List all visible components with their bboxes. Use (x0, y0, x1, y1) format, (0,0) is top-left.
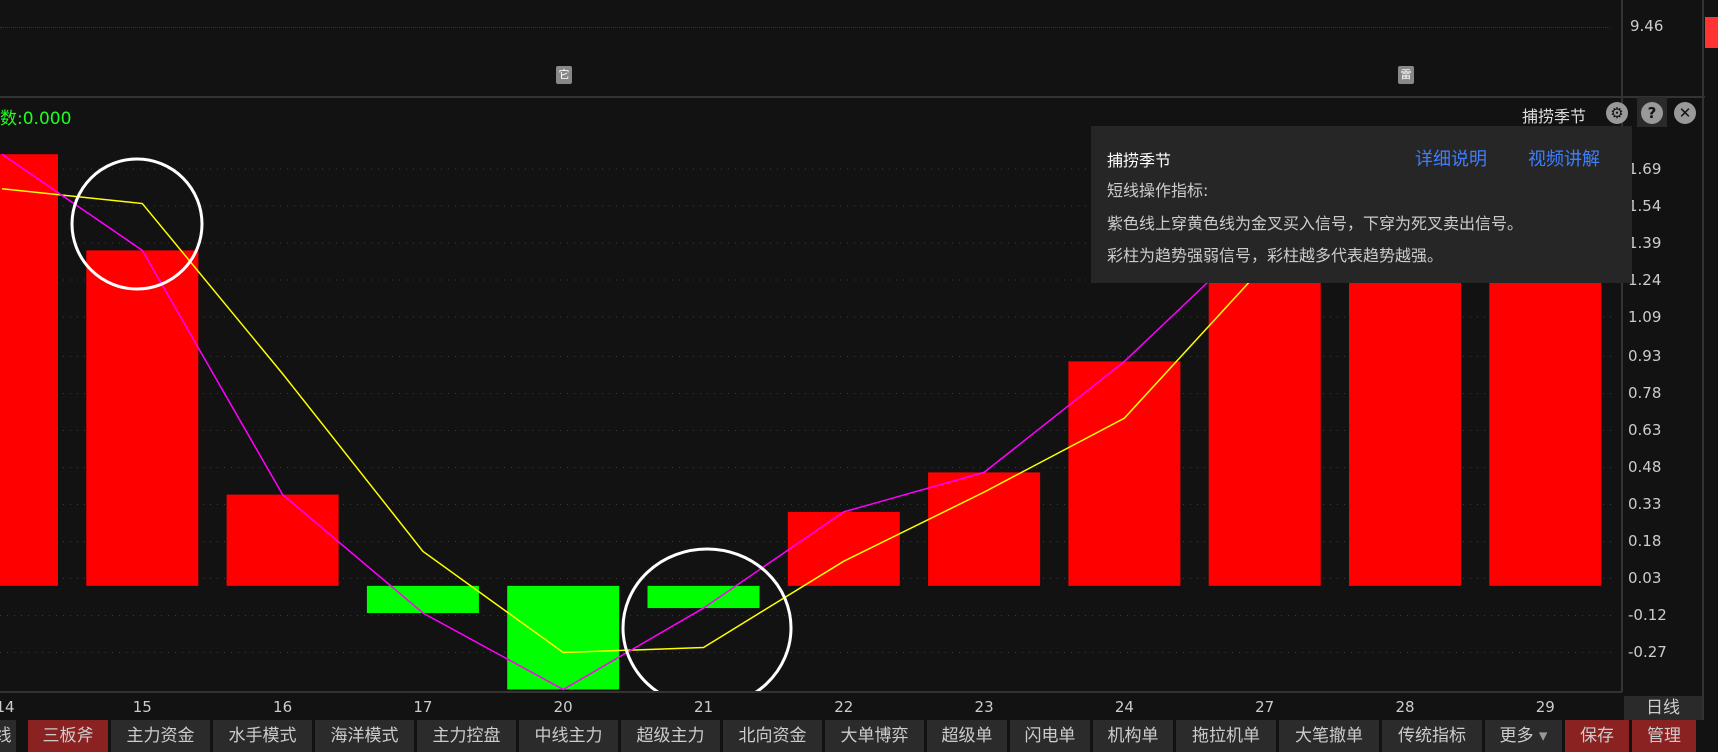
tab-label: 更多 (1499, 726, 1534, 746)
x-tick-label: 20 (553, 698, 573, 716)
bar (226, 494, 339, 586)
tab-label: 管理 (1647, 726, 1681, 746)
tab-indicator[interactable]: 机构单 (1093, 720, 1173, 752)
tab-indicator[interactable]: 超级主力 (621, 720, 720, 752)
x-tick-label: 22 (834, 698, 854, 716)
y-tick-label: 1.54 (1628, 197, 1662, 215)
bar (787, 511, 900, 586)
tab-save-button[interactable]: 保存 (1565, 720, 1629, 752)
tab-manage-button[interactable]: 管理 (1632, 720, 1696, 752)
x-axis-line (0, 691, 1622, 693)
x-tick-label: 14 (0, 698, 15, 716)
y-tick-label: 1.24 (1628, 271, 1662, 289)
tab-indicator[interactable]: 主力资金 (111, 720, 210, 752)
right-divider (1702, 0, 1704, 720)
grid-line (0, 27, 1610, 28)
bar (1068, 361, 1181, 586)
price-panel: 它 雷 (0, 0, 1622, 96)
bar (507, 585, 620, 690)
close-icon[interactable]: ✕ (1674, 102, 1696, 124)
tooltip-line: 短线操作指标: (1107, 181, 1209, 200)
caret-down-icon: ▾ (1533, 726, 1548, 746)
x-tick-label: 28 (1395, 698, 1415, 716)
x-tick-label: 29 (1535, 698, 1555, 716)
y-tick-label: 0.78 (1628, 384, 1662, 403)
tab-label: 海洋模式 (330, 726, 399, 746)
tab-indicator[interactable]: 北向资金 (723, 720, 822, 752)
tooltip-line: 紫色线上穿黄色线为金叉买入信号，下穿为死叉卖出信号。 (1107, 214, 1524, 233)
x-tick-label: 16 (273, 698, 293, 716)
period-selector[interactable]: 日线 (1624, 696, 1702, 720)
y-tick-label: -0.27 (1628, 643, 1667, 662)
y-tick-label: 0.03 (1628, 569, 1662, 588)
video-link[interactable]: 视频讲解 (1528, 145, 1600, 171)
indicator-tooltip: 捕捞季节 详细说明 视频讲解 短线操作指标: 紫色线上穿黄色线为金叉买入信号，下… (1091, 126, 1632, 283)
tab-label: 机构单 (1107, 726, 1159, 746)
y-tick-label: 0.18 (1628, 532, 1662, 551)
tab-label: 线 (0, 726, 12, 746)
tab-label: 保存 (1580, 726, 1614, 746)
x-tick-label: 24 (1114, 698, 1134, 716)
tab-indicator[interactable]: 更多 ▾ (1485, 720, 1562, 752)
tab-label: 闪电单 (1024, 726, 1076, 746)
bar (928, 472, 1041, 586)
y-tick-label: 1.69 (1628, 160, 1662, 178)
tab-indicator[interactable]: 闪电单 (1010, 720, 1090, 752)
x-tick-label: 27 (1255, 698, 1275, 716)
price-axis-label: 9.46 (1630, 17, 1664, 35)
tab-label: 中线主力 (534, 726, 603, 746)
help-icon[interactable]: ? (1641, 102, 1663, 124)
bar (0, 154, 58, 586)
y-tick-label: 0.63 (1628, 421, 1662, 440)
y-tick-label: 0.93 (1628, 347, 1662, 366)
y-tick-label: 0.48 (1628, 458, 1662, 477)
tab-label: 大单博弈 (840, 726, 909, 746)
y-tick-label: 1.39 (1628, 234, 1662, 252)
tab-indicator[interactable]: 中线主力 (519, 720, 618, 752)
tab-label: 超级单 (941, 726, 993, 746)
tab-label: 主力控盘 (432, 726, 501, 746)
tab-indicator[interactable]: 水手模式 (213, 720, 312, 752)
x-tick-label: 17 (413, 698, 433, 716)
annotation-circle (621, 547, 793, 692)
tab-label: 水手模式 (228, 726, 297, 746)
x-tick-label: 21 (693, 698, 714, 716)
tab-label: 北向资金 (738, 726, 807, 746)
tab-indicator[interactable]: 大单博弈 (825, 720, 924, 752)
y-tick-label: 0.33 (1628, 495, 1662, 514)
tab-label: 大笔撤单 (1295, 726, 1363, 746)
tooltip-title: 捕捞季节 (1107, 151, 1172, 170)
tooltip-line: 彩柱为趋势强弱信号，彩柱越多代表趋势越强。 (1107, 246, 1444, 265)
tab-indicator[interactable]: 海洋模式 (315, 720, 414, 752)
tab-indicator[interactable]: 拖拉机单 (1176, 720, 1276, 752)
bar (647, 585, 760, 609)
tab-label: 超级主力 (636, 726, 705, 746)
detail-link[interactable]: 详细说明 (1415, 145, 1487, 171)
tab-indicator[interactable]: 三板斧 (28, 720, 108, 752)
bar (86, 250, 199, 586)
y-tick-label: 1.09 (1628, 308, 1662, 326)
tab-label: 拖拉机单 (1192, 726, 1260, 746)
bar (366, 585, 479, 613)
tab-indicator[interactable]: 大笔撤单 (1279, 720, 1379, 752)
tab-indicator[interactable]: 传统指标 (1382, 720, 1482, 752)
x-tick-label: 15 (132, 698, 152, 716)
tab-label: 主力资金 (126, 726, 195, 746)
indicator-tab-bar: 线 三板斧 主力资金 水手模式 海洋模式 主力控盘 中线主力 超级主力 北向资金 大单博弈 超级单 闪… (0, 720, 1718, 752)
x-tick-label: 23 (974, 698, 994, 716)
tab-label: 三板斧 (42, 726, 94, 746)
event-marker-icon[interactable]: 它 (556, 66, 572, 84)
price-marker (1705, 17, 1718, 48)
y-tick-label: -0.12 (1628, 606, 1667, 625)
tab-label: 传统指标 (1398, 726, 1466, 746)
tab-indicator[interactable]: 主力控盘 (417, 720, 516, 752)
event-marker-icon[interactable]: 雷 (1398, 66, 1414, 84)
tab-indicator[interactable]: 线 (0, 720, 16, 752)
tab-indicator[interactable]: 超级单 (927, 720, 1007, 752)
